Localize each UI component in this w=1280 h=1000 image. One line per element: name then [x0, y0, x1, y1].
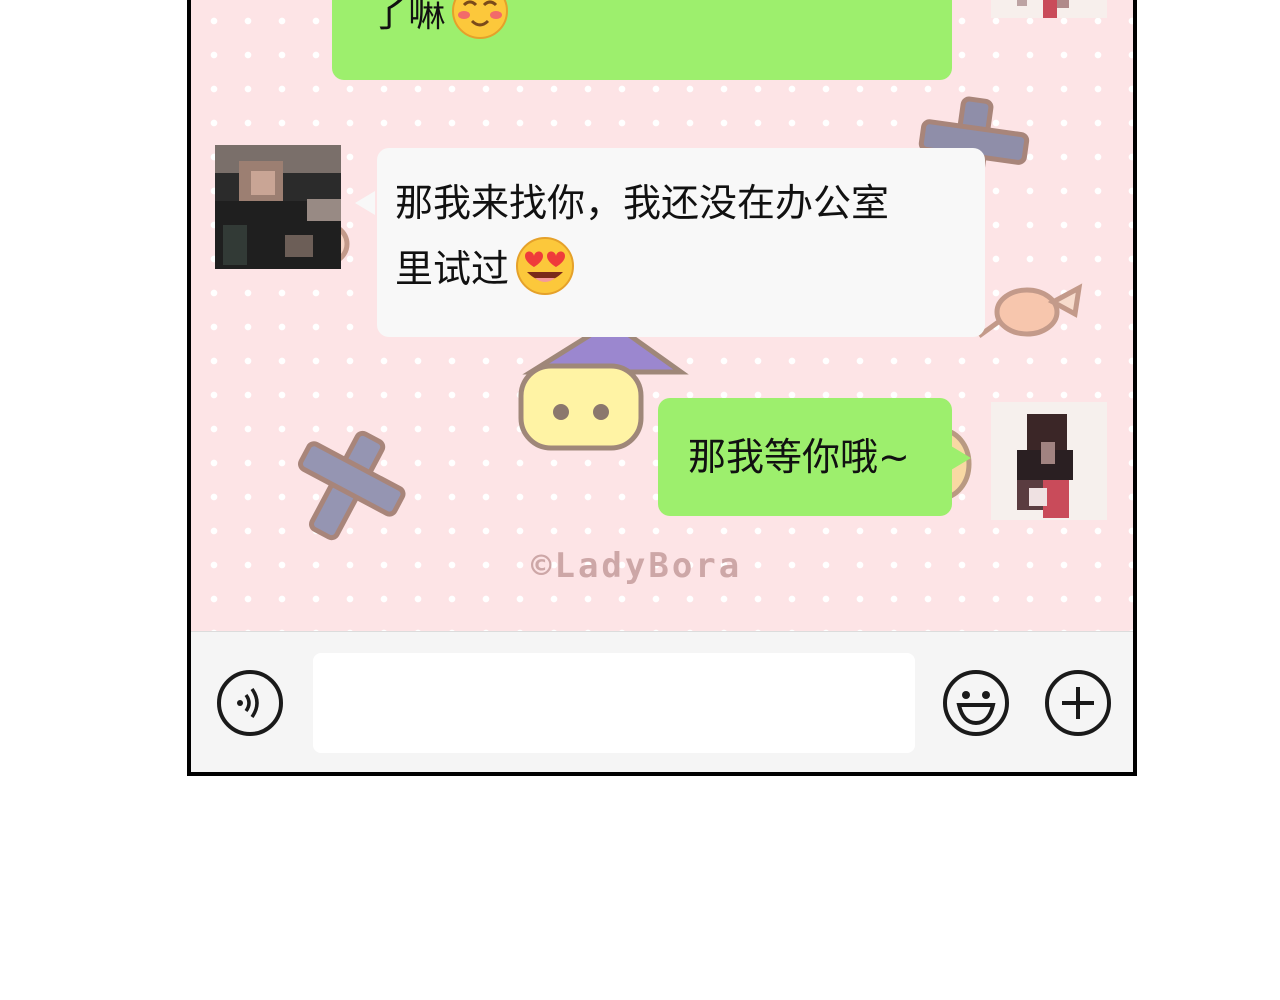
voice-icon[interactable]	[215, 668, 285, 738]
my-avatar[interactable]	[991, 0, 1107, 18]
message-text: 了嘛	[370, 0, 447, 35]
input-bar	[191, 631, 1133, 772]
message-bubble-sent[interactable]: 那我等你哦~	[658, 398, 952, 516]
watermark: ©LadyBora	[531, 546, 743, 586]
plus-icon[interactable]	[1043, 668, 1113, 738]
candy-decoration-icon	[977, 283, 1083, 339]
message-text: 那我来找你，我还没在办公室	[395, 181, 890, 225]
heart-eyes-drooling-emoji-icon	[516, 236, 575, 295]
message-bubble-received[interactable]: 那我来找你，我还没在办公室 里试过	[377, 148, 985, 337]
bubble-tail	[355, 191, 375, 215]
my-avatar[interactable]	[991, 402, 1107, 520]
contact-avatar[interactable]	[215, 145, 341, 269]
bubble-tail	[951, 446, 971, 470]
cross-decoration-icon	[298, 430, 406, 541]
message-text: 那我等你哦~	[688, 435, 910, 479]
smiley-icon[interactable]	[941, 668, 1011, 738]
chat-area[interactable]: ©LadyBora 了嘛 那我来找你，我还没在办公室 里试过 那我等你哦~	[191, 0, 1133, 631]
blushing-smile-emoji-icon	[452, 0, 509, 39]
message-text: 里试过	[395, 247, 510, 291]
phone-frame: ©LadyBora 了嘛 那我来找你，我还没在办公室 里试过 那我等你哦~	[187, 0, 1137, 776]
message-input[interactable]	[313, 653, 915, 753]
message-bubble-sent[interactable]: 了嘛	[332, 0, 952, 80]
